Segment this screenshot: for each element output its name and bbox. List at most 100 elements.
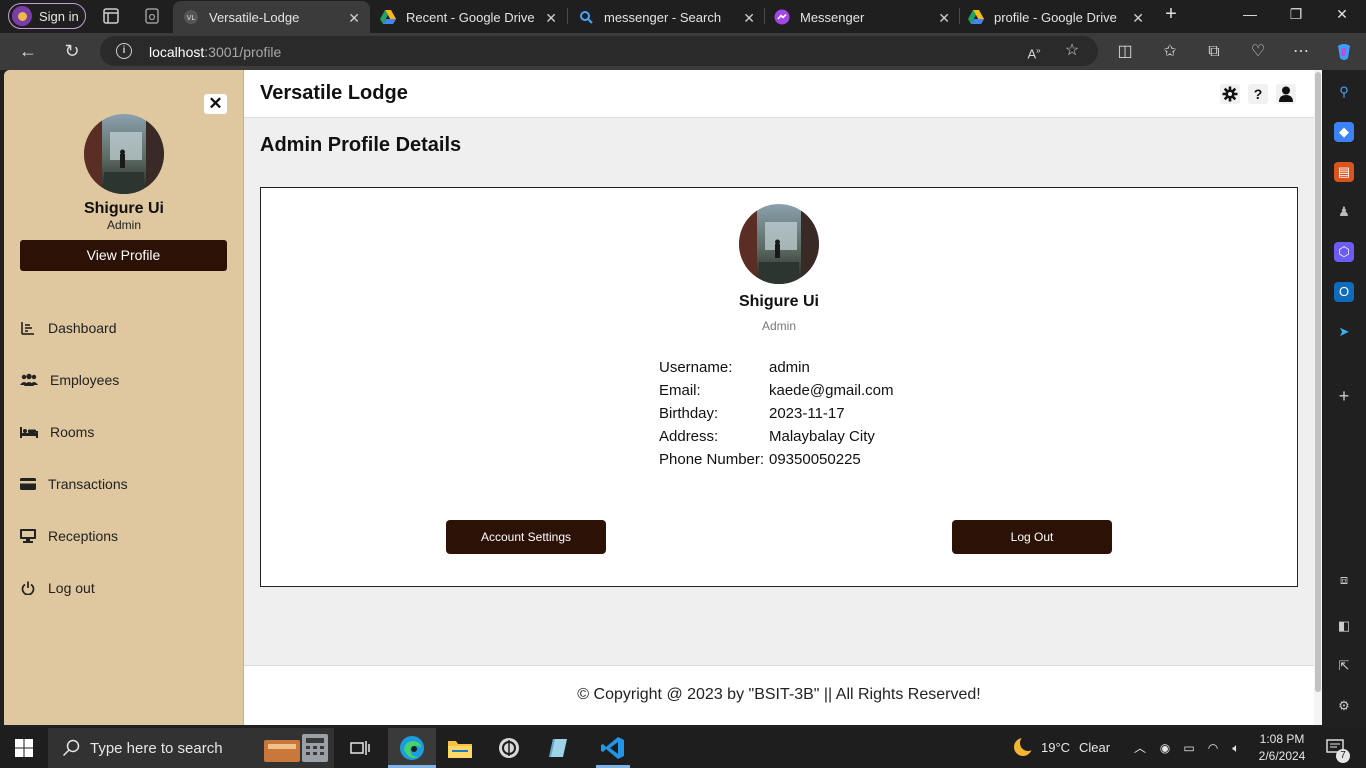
page-viewport: ✕ Shigure Ui Admin View Profile Dashboar… <box>4 70 1314 725</box>
open-external-icon[interactable]: ⇱ <box>1334 656 1354 676</box>
detail-row-birthday: Birthday: 2023-11-17 <box>659 405 893 428</box>
sidebar-item-receptions[interactable]: Receptions <box>20 525 118 547</box>
app-header: Versatile Lodge ? <box>244 70 1314 118</box>
tab-recent-google-drive[interactable]: Recent - Google Drive ✕ <box>370 1 567 33</box>
new-tab-icon[interactable]: + <box>1161 3 1181 26</box>
workspaces-icon[interactable] <box>101 6 121 26</box>
detail-value: 09350050225 <box>769 451 861 468</box>
close-tab-icon[interactable]: ✕ <box>1132 10 1144 27</box>
collections-icon[interactable]: ⧉ <box>1204 42 1224 62</box>
task-view-icon[interactable] <box>346 734 374 762</box>
hide-sidebar-icon[interactable]: ◧ <box>1334 616 1354 636</box>
refresh-icon[interactable]: ↻ <box>60 40 84 62</box>
wifi-icon[interactable]: ◠ <box>1205 740 1221 756</box>
close-tab-icon[interactable]: ✕ <box>743 10 755 27</box>
sign-in-button[interactable]: Sign in <box>8 3 86 29</box>
search-icon[interactable]: ⚲ <box>1334 82 1354 102</box>
account-settings-button[interactable]: Account Settings <box>446 520 606 554</box>
favorites-icon[interactable]: ✩ <box>1160 42 1180 62</box>
messenger-icon <box>774 9 790 25</box>
games-icon[interactable]: ♟ <box>1334 202 1354 222</box>
outlook-icon[interactable]: O <box>1334 282 1354 302</box>
file-explorer-icon[interactable] <box>446 734 474 762</box>
close-tab-icon[interactable]: ✕ <box>545 10 557 27</box>
sidebar: ✕ Shigure Ui Admin View Profile Dashboar… <box>4 70 244 725</box>
close-sidebar-icon[interactable]: ✕ <box>204 94 227 114</box>
tab-title: Versatile-Lodge <box>209 9 300 25</box>
favorite-star-icon[interactable]: ☆ <box>1062 41 1082 61</box>
battery-icon[interactable]: ▭ <box>1181 740 1197 756</box>
tab-profile-google-drive[interactable]: profile - Google Drive ✕ <box>958 1 1154 33</box>
address-bar: ← ↻ i localhost:3001/profile A» ☆ ◫ ✩ ⧉ … <box>0 33 1366 70</box>
scrollbar-thumb[interactable] <box>1315 72 1321 692</box>
log-out-button[interactable]: Log Out <box>952 520 1112 554</box>
page-scrollbar[interactable] <box>1314 70 1322 725</box>
detail-label: Email: <box>659 382 701 399</box>
users-icon <box>20 372 38 388</box>
webcam-icon[interactable]: ◉ <box>1157 740 1173 756</box>
detail-label: Address: <box>659 428 719 445</box>
news-widget-icon[interactable] <box>262 732 332 764</box>
tab-messenger[interactable]: Messenger ✕ <box>764 1 960 33</box>
view-profile-button[interactable]: View Profile <box>20 240 227 271</box>
monitor-icon <box>20 528 36 544</box>
restore-icon[interactable]: ❐ <box>1286 6 1306 23</box>
clock-time[interactable]: 1:08 PM <box>1258 732 1306 746</box>
svg-text:VL: VL <box>187 14 196 22</box>
detail-value: admin <box>769 359 810 376</box>
vscode-app[interactable] <box>592 728 634 768</box>
help-icon[interactable]: ? <box>1248 84 1268 104</box>
sidebar-item-transactions[interactable]: Transactions <box>20 473 128 495</box>
tab-messenger-search[interactable]: messenger - Search ✕ <box>568 1 765 33</box>
moon-weather-icon[interactable] <box>1012 735 1036 758</box>
detail-label: Birthday: <box>659 405 719 422</box>
tab-versatile-lodge[interactable]: VL Versatile-Lodge ✕ <box>173 1 370 33</box>
notebook-app-icon[interactable] <box>543 734 571 762</box>
add-sidebar-app-icon[interactable]: + <box>1334 386 1354 406</box>
url-field[interactable]: i localhost:3001/profile A» ☆ <box>100 36 1098 66</box>
read-aloud-icon[interactable]: A» <box>1024 41 1044 61</box>
shopping-tag-icon[interactable]: ◆ <box>1334 122 1354 142</box>
detail-value: Malaybalay City <box>769 428 875 445</box>
clock-date[interactable]: 2/6/2024 <box>1258 749 1306 763</box>
tools-briefcase-icon[interactable]: ▤ <box>1334 162 1354 182</box>
back-arrow-icon[interactable]: ← <box>16 40 40 62</box>
browser-essentials-icon[interactable]: ♡ <box>1248 42 1268 62</box>
more-menu-icon[interactable]: ⋯ <box>1291 42 1311 62</box>
site-info-icon[interactable]: i <box>116 43 132 59</box>
sidebar-item-label: Transactions <box>48 476 128 492</box>
lodge-favicon-icon: VL <box>183 9 199 25</box>
close-tab-icon[interactable]: ✕ <box>938 10 950 27</box>
settings-gear-icon[interactable] <box>1220 84 1240 104</box>
copilot-icon[interactable] <box>1334 42 1354 62</box>
drop-send-icon[interactable]: ➤ <box>1334 322 1354 342</box>
search-placeholder: Type here to search <box>90 739 223 757</box>
volume-icon[interactable]: 🔈︎ <box>1228 740 1244 756</box>
user-icon[interactable] <box>1276 84 1296 104</box>
split-screen-icon[interactable]: ◫ <box>1115 42 1135 62</box>
microsoft-365-icon[interactable]: ⬡ <box>1334 242 1354 262</box>
profile-details: Username: admin Email: kaede@gmail.com Bir… <box>659 359 893 474</box>
sidebar-settings-gear-icon[interactable]: ⚙ <box>1334 696 1354 716</box>
detail-row-username: Username: admin <box>659 359 893 382</box>
sidebar-item-employees[interactable]: Employees <box>20 369 119 391</box>
tab-title: Recent - Google Drive <box>406 9 535 25</box>
tab-actions-icon[interactable] <box>142 6 162 26</box>
weather-description[interactable]: Clear <box>1079 740 1110 755</box>
taskbar-edge-app[interactable] <box>388 728 436 768</box>
weather-temperature[interactable]: 19°C <box>1041 740 1070 755</box>
sidebar-item-log-out[interactable]: Log out <box>20 577 95 599</box>
minimize-icon[interactable]: — <box>1240 6 1260 22</box>
show-hidden-icons-chevron-up-icon[interactable]: ︿ <box>1132 740 1148 756</box>
detail-label: Phone Number: <box>659 451 765 468</box>
chatgpt-icon[interactable] <box>495 734 523 762</box>
card-icon <box>20 476 36 492</box>
sidebar-item-dashboard[interactable]: Dashboard <box>20 317 117 339</box>
close-tab-icon[interactable]: ✕ <box>348 10 360 27</box>
close-window-icon[interactable]: ✕ <box>1332 6 1352 23</box>
sidebar-item-rooms[interactable]: Rooms <box>20 421 94 443</box>
screenshot-icon[interactable]: ⧈ <box>1334 570 1354 590</box>
windows-start-icon[interactable] <box>10 734 38 762</box>
detail-row-address: Address: Malaybalay City <box>659 428 893 451</box>
chart-icon <box>20 320 36 336</box>
